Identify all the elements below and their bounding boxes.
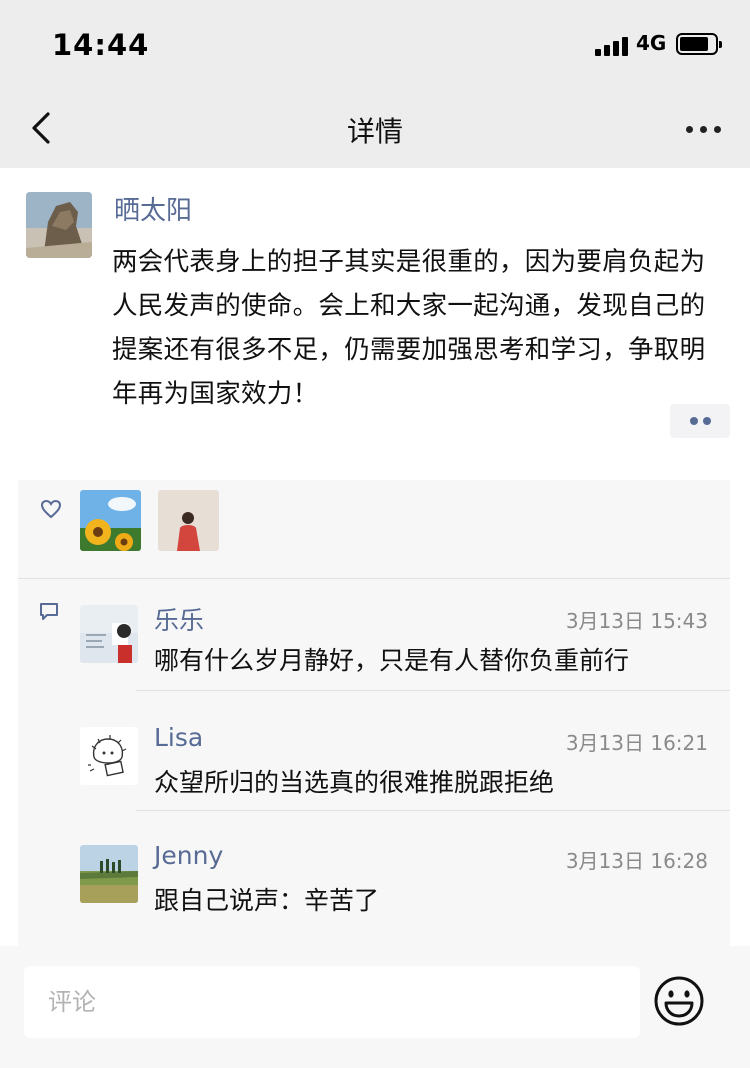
divider xyxy=(136,690,730,691)
network-label: 4G xyxy=(636,31,667,55)
divider xyxy=(136,810,730,811)
heart-icon xyxy=(40,499,62,519)
author-name[interactable]: 晒太阳 xyxy=(114,190,192,227)
emoji-icon xyxy=(654,976,704,1026)
commenter-avatar[interactable] xyxy=(80,727,138,785)
likes-row xyxy=(18,480,730,578)
more-dots-icon xyxy=(690,417,698,425)
comment-time: 3月13日 15:43 xyxy=(565,609,708,633)
commenter-name[interactable]: Lisa xyxy=(154,723,203,752)
commenter-avatar[interactable] xyxy=(80,605,138,663)
interaction-panel: 乐乐 3月13日 15:43 哪有什么岁月静好，只是有人替你负重前行 Lisa … xyxy=(18,480,730,952)
liker-avatar[interactable] xyxy=(158,490,219,551)
like-comment-toggle[interactable] xyxy=(670,404,730,438)
commenter-avatar[interactable] xyxy=(80,845,138,903)
commenter-name[interactable]: 乐乐 xyxy=(154,601,204,637)
post-detail: 晒太阳 两会代表身上的担子其实是很重的，因为要肩负起为人民发声的使命。会上和大家… xyxy=(0,168,750,1068)
author-avatar[interactable] xyxy=(26,192,92,258)
nav-bar: 详情 xyxy=(0,90,750,168)
page-title: 详情 xyxy=(346,115,403,148)
comment-time: 3月13日 16:21 xyxy=(565,731,708,755)
comment-text: 哪有什么岁月静好，只是有人替你负重前行 xyxy=(154,646,630,675)
divider xyxy=(18,578,730,579)
emoji-button[interactable] xyxy=(652,974,706,1028)
comment-item[interactable]: 乐乐 3月13日 15:43 哪有什么岁月静好，只是有人替你负重前行 xyxy=(18,605,730,725)
status-bar: 14:44 4G xyxy=(0,0,750,90)
more-button[interactable] xyxy=(680,114,728,144)
comment-input[interactable]: 评论 xyxy=(24,966,640,1038)
comment-text: 跟自己说声：辛苦了 xyxy=(154,886,380,915)
comment-time: 3月13日 16:28 xyxy=(565,849,708,873)
comment-bar: 评论 xyxy=(0,946,750,1068)
status-time: 14:44 xyxy=(52,28,150,62)
signal-icon xyxy=(595,34,631,56)
comment-item[interactable]: Lisa 3月13日 16:21 众望所归的当选真的很难推脱跟拒绝 xyxy=(18,723,730,847)
battery-icon xyxy=(676,33,722,55)
commenter-name[interactable]: Jenny xyxy=(154,841,223,870)
more-icon xyxy=(686,126,693,133)
comment-text: 众望所归的当选真的很难推脱跟拒绝 xyxy=(154,768,555,797)
post-text: 两会代表身上的担子其实是很重的，因为要肩负起为人民发声的使命。会上和大家一起沟通… xyxy=(112,247,706,409)
liker-avatar[interactable] xyxy=(80,490,141,551)
